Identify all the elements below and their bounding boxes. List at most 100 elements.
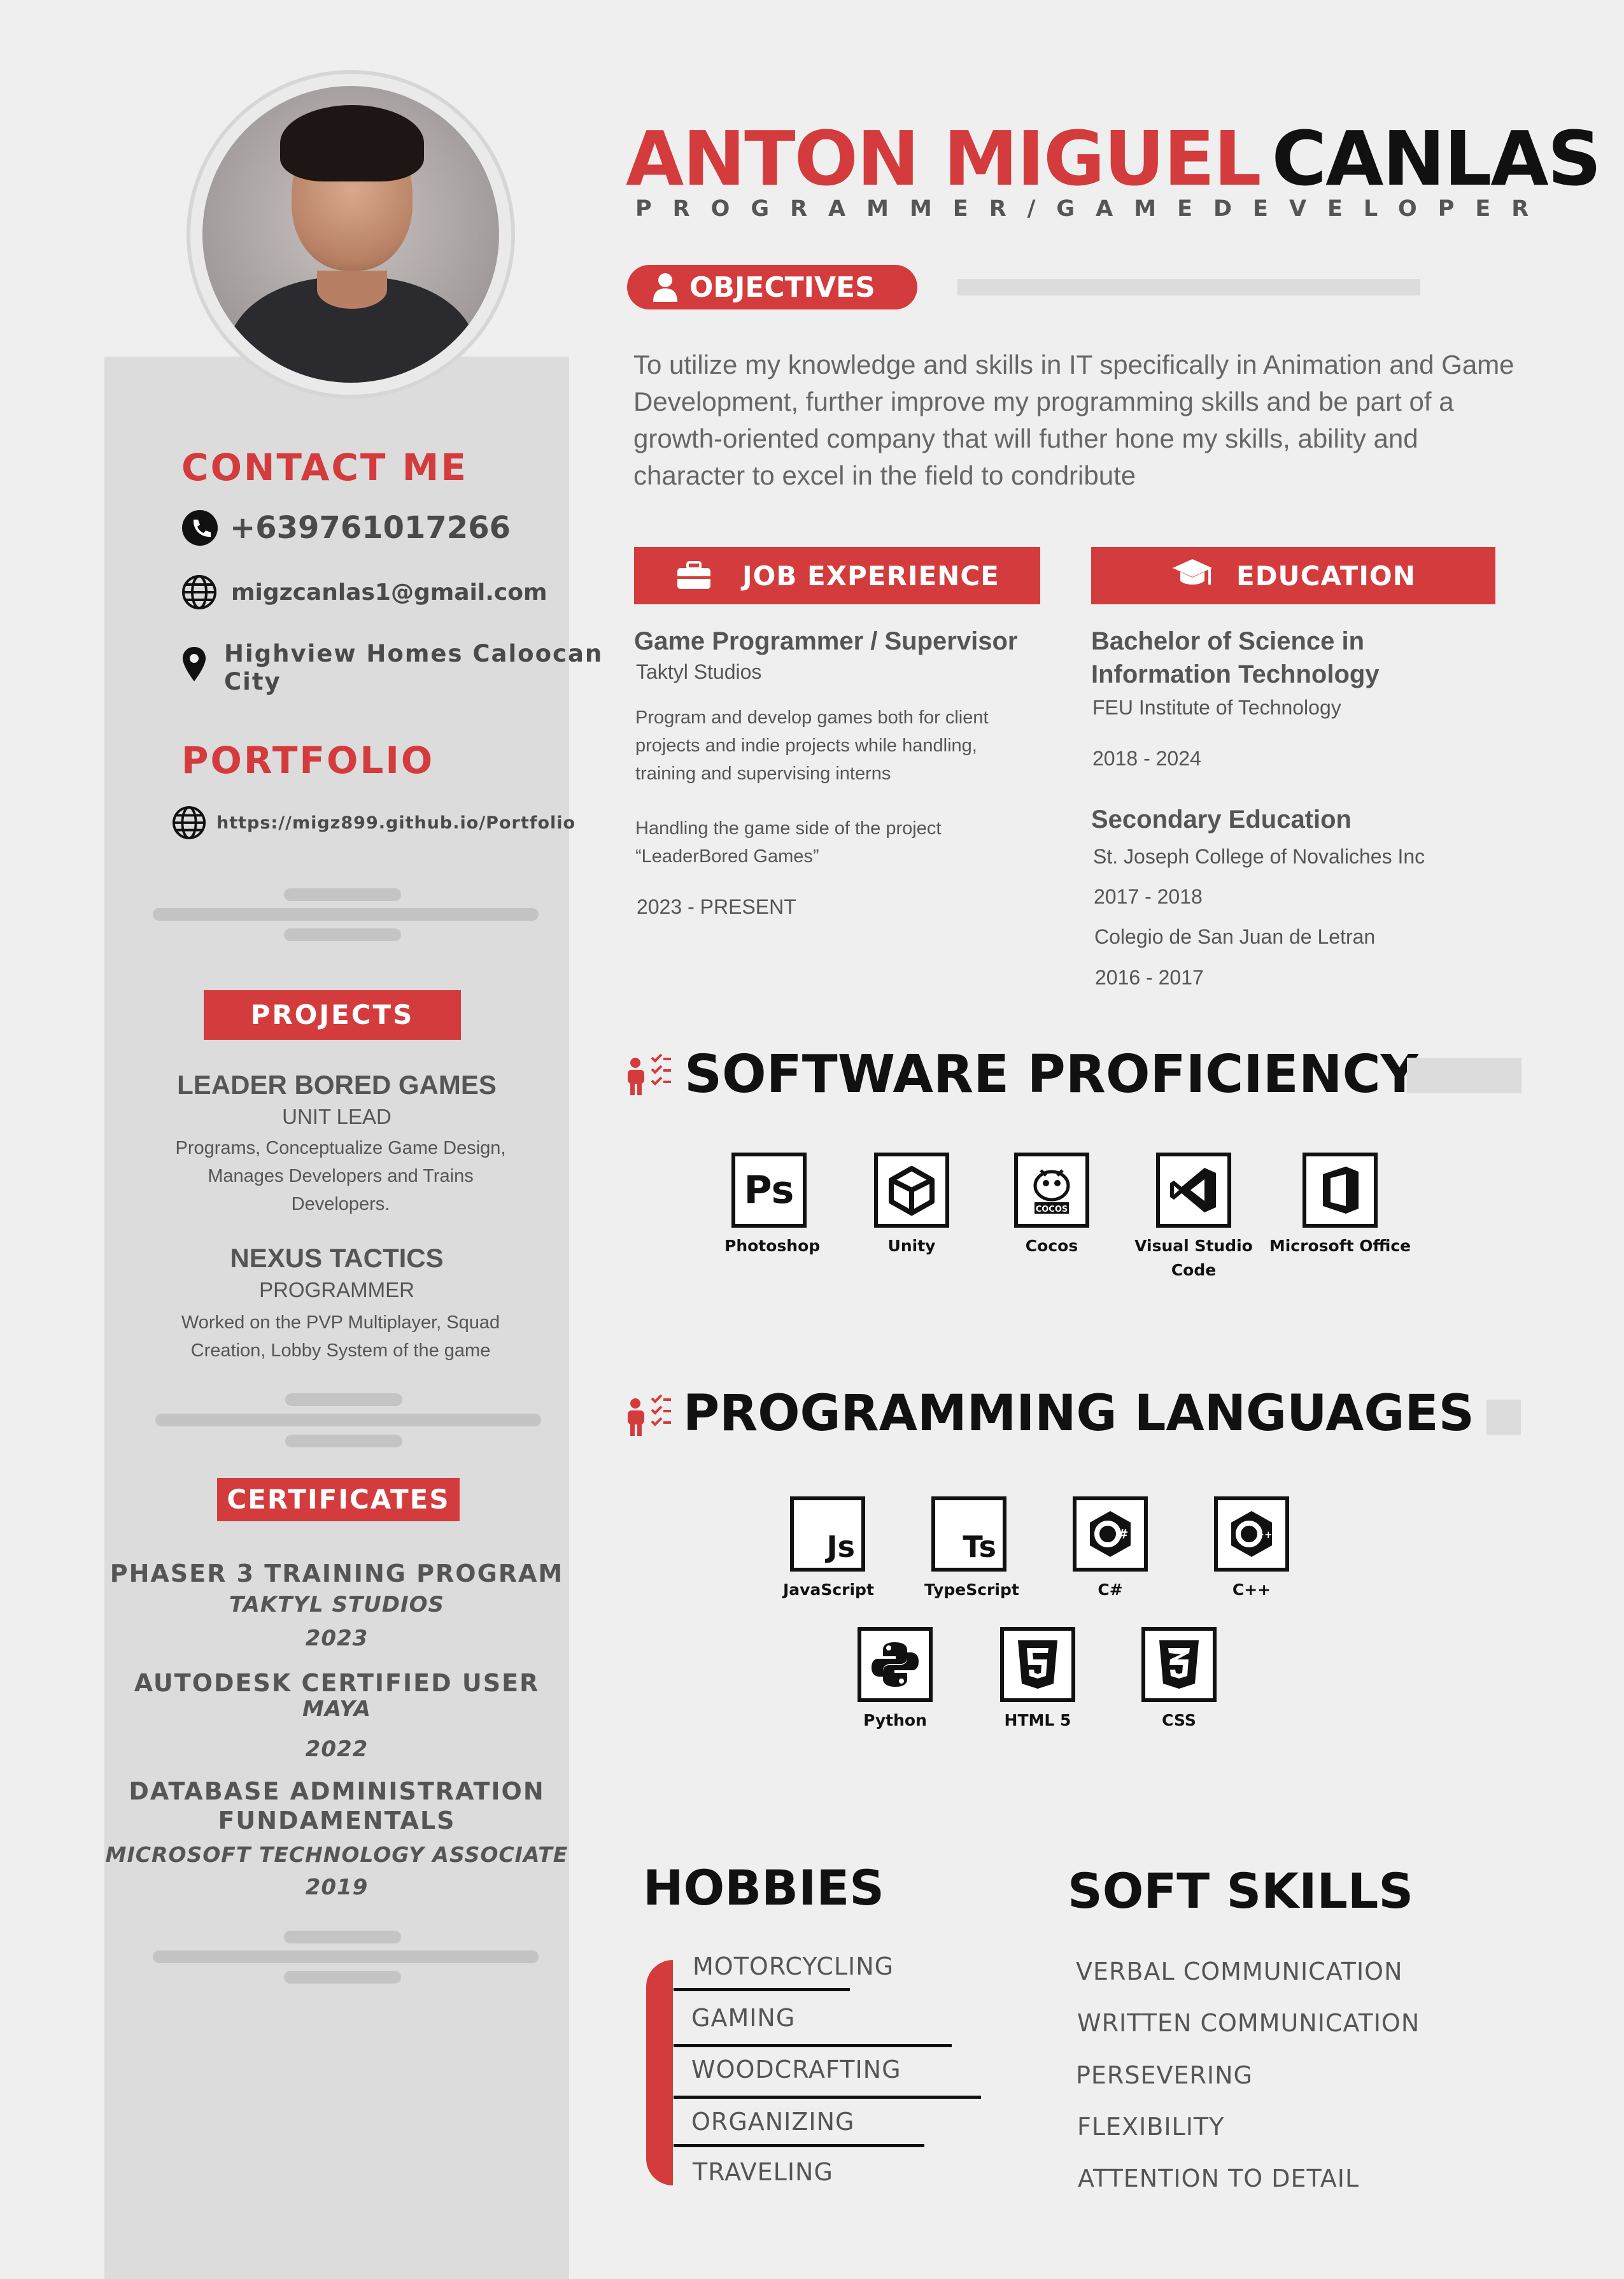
python-icon — [858, 1627, 933, 1702]
education-heading-text: EDUCATION — [1236, 560, 1416, 592]
software-item: Ps Photoshop — [724, 1153, 820, 1258]
language-label: CSS — [1162, 1711, 1196, 1729]
address-line-2: City — [224, 668, 281, 695]
cert-title: FUNDAMENTALS — [218, 1807, 456, 1835]
divider — [285, 1435, 402, 1447]
html5-icon — [1000, 1627, 1075, 1702]
cert-issuer: MICROSOFT TECHNOLOGY ASSOCIATE — [105, 1842, 568, 1867]
objectives-heading-text: OBJECTIVES — [689, 271, 875, 304]
globe-icon — [172, 806, 206, 840]
skills-icon — [625, 1394, 672, 1441]
language-label: Python — [863, 1711, 927, 1729]
job-desc: Program and develop games both for clien… — [635, 707, 989, 784]
contact-email: migzcanlas1@gmail.com — [181, 574, 547, 610]
cert-year: 2023 — [305, 1626, 369, 1651]
divider — [153, 1950, 539, 1963]
cert-issuer: TAKTYL STUDIOS — [229, 1592, 445, 1617]
objective-text: To utilize my knowledge and skills in IT… — [633, 350, 1515, 490]
objectives-heading: OBJECTIVES — [627, 265, 917, 309]
language-label: TypeScript — [924, 1580, 1019, 1599]
experience-heading-text: JOB EXPERIENCE — [742, 560, 999, 592]
education-heading: EDUCATION — [1091, 547, 1495, 604]
contact-heading: CONTACT ME — [181, 446, 469, 489]
project-desc: Worked on the PVP Multiplayer, Squad Cre… — [181, 1312, 500, 1361]
hobby-item: WOODCRAFTING — [691, 2055, 901, 2084]
portfolio-link[interactable]: https://migz899.github.io/Portfolio — [172, 806, 575, 840]
svg-text:COCOS: COCOS — [1036, 1205, 1068, 1214]
software-label: Cocos — [1025, 1237, 1078, 1255]
software-label-line: Code — [1171, 1261, 1217, 1279]
divider — [284, 1971, 401, 1984]
skills-icon — [625, 1053, 672, 1100]
full-name: ANTON MIGUEL CANLAS — [626, 115, 1602, 202]
school-years: 2017 - 2018 — [1094, 885, 1203, 908]
job-period: 2023 - PRESENT — [637, 895, 796, 918]
language-item: HTML 5 — [993, 1627, 1082, 1733]
language-label: C++ — [1232, 1580, 1271, 1599]
secondary-heading: Secondary Education — [1091, 806, 1352, 834]
divider — [284, 928, 401, 941]
csharp-icon: # — [1073, 1496, 1148, 1572]
heading-bar — [957, 279, 1420, 295]
javascript-icon: Js — [790, 1496, 865, 1572]
software-item: Visual Studio Code — [1127, 1153, 1260, 1282]
language-item: Ts TypeScript — [924, 1496, 1019, 1602]
software-label: Visual Studio Code — [1127, 1234, 1260, 1282]
language-item: Python — [851, 1627, 940, 1733]
software-item: COCOS Cocos — [1007, 1153, 1096, 1258]
cert-title: DATABASE ADMINISTRATION — [129, 1777, 545, 1805]
hobby-item: TRAVELING — [693, 2158, 833, 2186]
avatar — [202, 86, 499, 383]
job-title: PROGRAMMER/GAMEDEVELOPER — [635, 196, 1550, 222]
hobby-underline — [674, 1988, 850, 1991]
heading-bar — [1407, 1058, 1522, 1093]
project-title: LEADER BORED GAMES — [177, 1070, 497, 1100]
divider — [285, 1393, 402, 1406]
software-label: Microsoft Office — [1269, 1237, 1411, 1255]
user-icon — [653, 273, 678, 302]
hobby-item: MOTORCYCLING — [693, 1952, 894, 1980]
address-line-1: Highview Homes Caloocan — [224, 640, 604, 667]
svg-text:++: ++ — [1256, 1529, 1272, 1540]
skill-item: PERSEVERING — [1076, 2061, 1253, 2089]
skill-item: WRITTEN COMMUNICATION — [1077, 2009, 1420, 2037]
last-name: CANLAS — [1271, 115, 1602, 202]
divider — [155, 1414, 541, 1426]
project-desc: Programs, Conceptualize Game Design, Man… — [175, 1138, 506, 1214]
job-desc-2: Handling the game side of the project “L… — [635, 814, 1030, 870]
svg-text:#: # — [1118, 1526, 1129, 1542]
cpp-icon: ++ — [1214, 1496, 1289, 1572]
software-item: Unity — [867, 1153, 956, 1258]
project-role: UNIT LEAD — [282, 1105, 392, 1128]
first-name: ANTON MIGUEL — [626, 115, 1262, 202]
unity-icon — [874, 1153, 949, 1228]
cert-year: 2022 — [305, 1736, 369, 1762]
hobby-underline — [674, 2144, 924, 2147]
soft-skills-heading: SOFT SKILLS — [1068, 1863, 1414, 1919]
hobbies-heading: HOBBIES — [643, 1859, 884, 1916]
photoshop-icon: Ps — [731, 1153, 807, 1228]
divider — [284, 1931, 401, 1943]
office-icon — [1303, 1153, 1378, 1228]
skill-item: ATTENTION TO DETAIL — [1078, 2164, 1360, 2192]
heading-bar — [1486, 1400, 1521, 1435]
language-label: HTML 5 — [1004, 1711, 1071, 1729]
job-title: Game Programmer / Supervisor — [634, 627, 1018, 655]
language-label: JavaScript — [783, 1580, 874, 1599]
typescript-icon: Ts — [931, 1496, 1006, 1572]
portfolio-url[interactable]: https://migz899.github.io/Portfolio — [216, 813, 575, 833]
language-item: CSS — [1134, 1627, 1224, 1733]
contact-phone: +639761017266 — [181, 509, 511, 546]
cert-title: AUTODESK CERTIFIED USER — [134, 1669, 540, 1697]
experience-heading: JOB EXPERIENCE — [634, 547, 1040, 604]
school: St. Joseph College of Novaliches Inc — [1093, 845, 1425, 868]
software-label: Unity — [887, 1237, 936, 1255]
language-label: C# — [1098, 1580, 1123, 1599]
email-text: migzcanlas1@gmail.com — [231, 579, 547, 606]
language-item: ++ C++ — [1207, 1496, 1296, 1602]
languages-heading: PROGRAMMING LANGUAGES — [683, 1385, 1474, 1442]
cocos-icon: COCOS — [1014, 1153, 1089, 1228]
css-icon — [1141, 1627, 1217, 1702]
briefcase-icon — [676, 561, 712, 590]
skill-item: VERBAL COMMUNICATION — [1076, 1957, 1403, 1985]
